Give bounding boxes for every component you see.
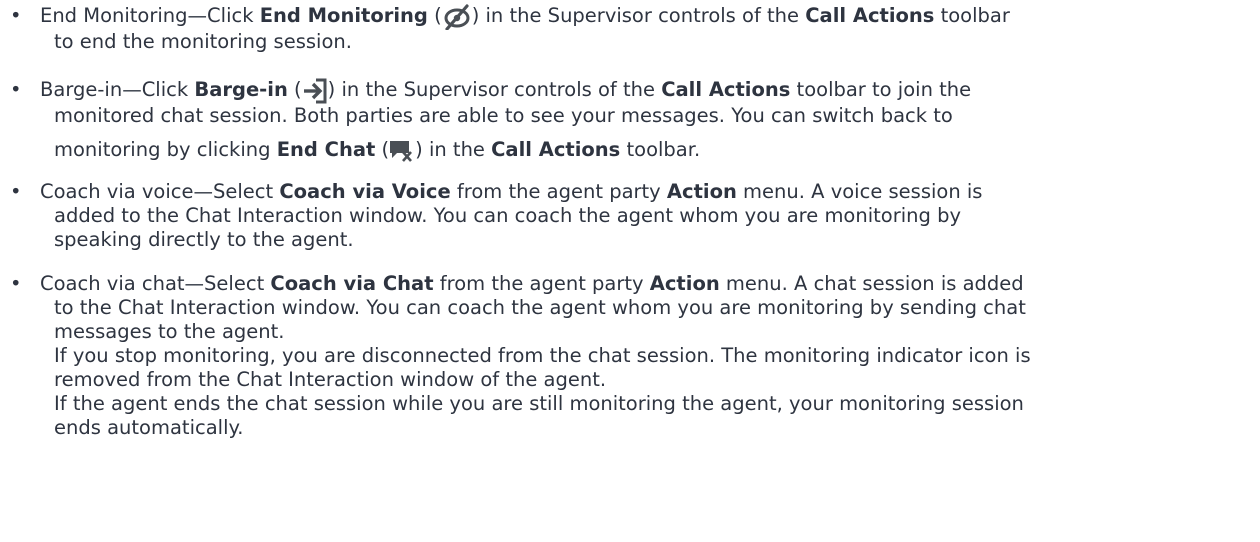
item-text: monitoring by clicking xyxy=(54,138,277,161)
item-line: End Monitoring—Click End Monitoring ( ) i… xyxy=(40,4,1260,30)
item-text: ) in the xyxy=(415,138,492,161)
bold-term: Action xyxy=(666,180,737,203)
item-line: If the agent ends the chat session while… xyxy=(54,392,1024,415)
bold-term: Call Actions xyxy=(661,78,791,101)
item-line: Coach via voice—Select Coach via Voice f… xyxy=(40,180,1260,204)
item-line: to end the monitoring session. xyxy=(54,30,352,53)
list-item-coach-via-voice: Coach via voice—Select Coach via Voice f… xyxy=(0,180,1260,252)
bullet-list: End Monitoring—Click End Monitoring ( ) i… xyxy=(0,4,1260,440)
sign-in-icon xyxy=(302,78,328,104)
item-line: ends automatically. xyxy=(54,416,244,439)
item-line: messages to the agent. xyxy=(54,320,285,343)
item-text: End Monitoring—Click xyxy=(40,4,260,27)
item-text: toolbar to join the xyxy=(790,78,972,101)
item-line: monitored chat session. Both parties are… xyxy=(54,104,953,127)
bold-term: Barge-in xyxy=(194,78,288,101)
list-item-end-monitoring: End Monitoring—Click End Monitoring ( ) i… xyxy=(0,4,1260,54)
item-text: menu. A chat session is added xyxy=(719,272,1024,295)
bold-term: Action xyxy=(649,272,720,295)
item-text: Barge-in—Click xyxy=(40,78,195,101)
bold-term: Call Actions xyxy=(805,4,935,27)
bold-term: End Monitoring xyxy=(259,4,428,27)
item-text: Coach via chat—Select xyxy=(40,272,271,295)
bold-term: Call Actions xyxy=(491,138,621,161)
item-text: from the agent party xyxy=(433,272,650,295)
paren-open: ( xyxy=(287,78,302,101)
item-text: from the agent party xyxy=(450,180,667,203)
bold-term: End Chat xyxy=(276,138,376,161)
list-item-barge-in: Barge-in—Click Barge-in ( ) in the Superv… xyxy=(0,78,1260,166)
item-text: menu. A voice session is xyxy=(736,180,983,203)
item-line: removed from the Chat Interaction window… xyxy=(54,368,607,391)
eye-slash-icon xyxy=(442,4,472,30)
item-line: speaking directly to the agent. xyxy=(54,228,354,251)
list-item-coach-via-chat: Coach via chat—Select Coach via Chat fro… xyxy=(0,272,1260,440)
item-text: ) in the Supervisor controls of the xyxy=(327,78,662,101)
end-chat-icon xyxy=(389,140,415,164)
item-line: Coach via chat—Select Coach via Chat fro… xyxy=(40,272,1260,296)
item-text: toolbar xyxy=(934,4,1010,27)
item-line: Barge-in—Click Barge-in ( ) in the Superv… xyxy=(40,78,1260,104)
bold-term: Coach via Chat xyxy=(270,272,434,295)
item-line: If you stop monitoring, you are disconne… xyxy=(54,344,1031,367)
item-line: to the Chat Interaction window. You can … xyxy=(54,296,1026,319)
paren-open: ( xyxy=(427,4,442,27)
item-text: ) in the Supervisor controls of the xyxy=(471,4,806,27)
item-text: toolbar. xyxy=(620,138,701,161)
item-line: added to the Chat Interaction window. Yo… xyxy=(54,204,962,227)
paren-open: ( xyxy=(375,138,390,161)
item-text: Coach via voice—Select xyxy=(40,180,280,203)
bold-term: Coach via Voice xyxy=(279,180,451,203)
item-line: monitoring by clicking End Chat ( ) in th… xyxy=(40,134,1260,166)
